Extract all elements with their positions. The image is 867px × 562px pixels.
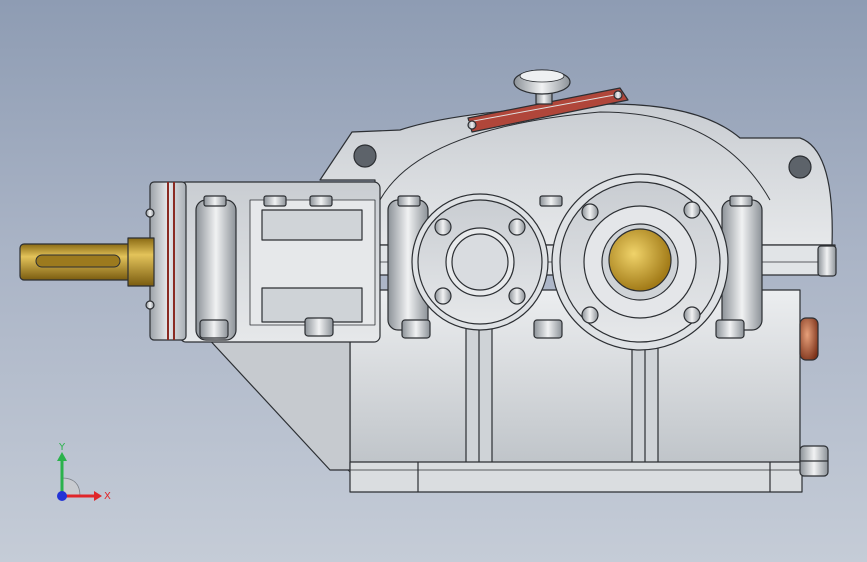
output-shaft-end — [608, 228, 672, 292]
shaft-collar — [127, 237, 155, 287]
lifting-lug-left — [353, 144, 377, 168]
coordinate-triad: X Y — [57, 442, 111, 502]
bolt-boss — [195, 199, 237, 341]
triad-y-label: Y — [58, 442, 66, 453]
lifting-lug-right — [788, 155, 812, 179]
triad-z-axis — [57, 491, 67, 501]
triad-x-label: X — [104, 491, 111, 502]
shaft-keyway — [35, 254, 121, 268]
oil-plug — [799, 317, 819, 361]
housing-web-left — [204, 334, 351, 471]
gearbox-model[interactable] — [0, 0, 867, 562]
3d-viewport[interactable]: X Y — [0, 0, 867, 562]
